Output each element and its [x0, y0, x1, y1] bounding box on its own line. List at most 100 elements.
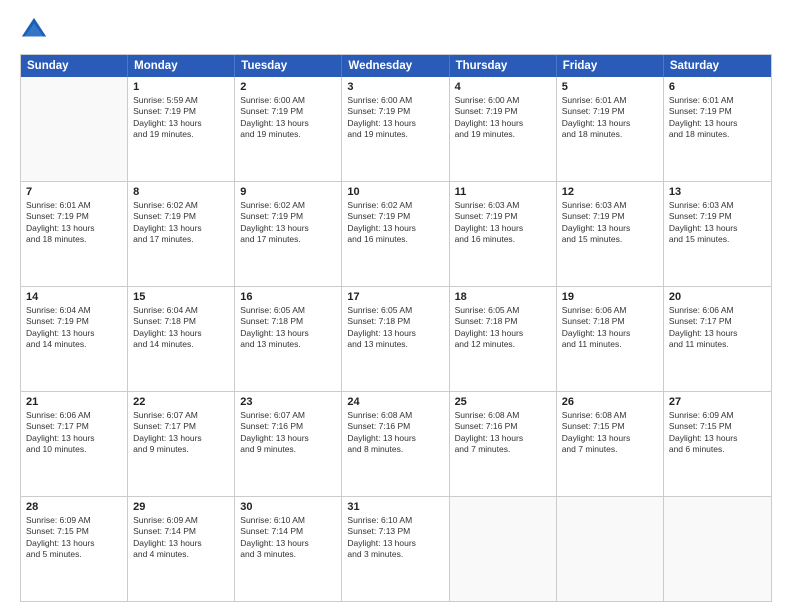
cell-info: Sunrise: 6:04 AMSunset: 7:18 PMDaylight:…: [133, 305, 229, 351]
cell-info: Sunrise: 6:04 AMSunset: 7:19 PMDaylight:…: [26, 305, 122, 351]
calendar-cell: 26 Sunrise: 6:08 AMSunset: 7:15 PMDayligh…: [557, 392, 664, 496]
cell-info: Sunrise: 6:08 AMSunset: 7:15 PMDaylight:…: [562, 410, 658, 456]
day-number: 14: [26, 291, 122, 303]
day-number: 24: [347, 396, 443, 408]
cell-info: Sunrise: 6:03 AMSunset: 7:19 PMDaylight:…: [669, 200, 766, 246]
cell-info: Sunrise: 6:09 AMSunset: 7:15 PMDaylight:…: [669, 410, 766, 456]
calendar-cell: 2 Sunrise: 6:00 AMSunset: 7:19 PMDaylight…: [235, 77, 342, 181]
day-number: 31: [347, 501, 443, 513]
calendar-header: SundayMondayTuesdayWednesdayThursdayFrid…: [21, 55, 771, 77]
calendar-cell: 5 Sunrise: 6:01 AMSunset: 7:19 PMDaylight…: [557, 77, 664, 181]
calendar-cell: 6 Sunrise: 6:01 AMSunset: 7:19 PMDaylight…: [664, 77, 771, 181]
calendar-cell: 15 Sunrise: 6:04 AMSunset: 7:18 PMDayligh…: [128, 287, 235, 391]
cell-info: Sunrise: 6:03 AMSunset: 7:19 PMDaylight:…: [562, 200, 658, 246]
day-number: 15: [133, 291, 229, 303]
day-number: 20: [669, 291, 766, 303]
calendar-cell: 31 Sunrise: 6:10 AMSunset: 7:13 PMDayligh…: [342, 497, 449, 601]
day-number: 22: [133, 396, 229, 408]
calendar-cell: 27Sunrise: 6:09 AMSunset: 7:15 PMDayligh…: [664, 392, 771, 496]
day-number: 6: [669, 81, 766, 93]
calendar-cell: 28 Sunrise: 6:09 AMSunset: 7:15 PMDayligh…: [21, 497, 128, 601]
cell-info: Sunrise: 6:02 AMSunset: 7:19 PMDaylight:…: [347, 200, 443, 246]
calendar-cell: 4Sunrise: 6:00 AMSunset: 7:19 PMDaylight…: [450, 77, 557, 181]
calendar-cell: 22Sunrise: 6:07 AMSunset: 7:17 PMDayligh…: [128, 392, 235, 496]
day-number: 17: [347, 291, 443, 303]
day-number: 8: [133, 186, 229, 198]
day-number: 9: [240, 186, 336, 198]
cell-info: Sunrise: 6:00 AMSunset: 7:19 PMDaylight:…: [455, 95, 551, 141]
calendar-row: 28 Sunrise: 6:09 AMSunset: 7:15 PMDayligh…: [21, 497, 771, 601]
cell-info: Sunrise: 6:08 AMSunset: 7:16 PMDaylight:…: [455, 410, 551, 456]
calendar-cell: 7 Sunrise: 6:01 AMSunset: 7:19 PMDaylight…: [21, 182, 128, 286]
day-header: Friday: [557, 55, 664, 77]
calendar-cell: 16 Sunrise: 6:05 AMSunset: 7:18 PMDayligh…: [235, 287, 342, 391]
day-number: 3: [347, 81, 443, 93]
cell-info: Sunrise: 6:06 AMSunset: 7:17 PMDaylight:…: [26, 410, 122, 456]
calendar-cell: 3 Sunrise: 6:00 AMSunset: 7:19 PMDaylight…: [342, 77, 449, 181]
day-number: 21: [26, 396, 122, 408]
day-header: Sunday: [21, 55, 128, 77]
day-number: 11: [455, 186, 551, 198]
day-number: 23: [240, 396, 336, 408]
cell-info: Sunrise: 5:59 AMSunset: 7:19 PMDaylight:…: [133, 95, 229, 141]
cell-info: Sunrise: 6:08 AMSunset: 7:16 PMDaylight:…: [347, 410, 443, 456]
calendar-cell: 25 Sunrise: 6:08 AMSunset: 7:16 PMDayligh…: [450, 392, 557, 496]
calendar-cell: [21, 77, 128, 181]
day-number: 10: [347, 186, 443, 198]
day-number: 1: [133, 81, 229, 93]
calendar-cell: [450, 497, 557, 601]
calendar-cell: 17 Sunrise: 6:05 AMSunset: 7:18 PMDayligh…: [342, 287, 449, 391]
calendar-cell: [664, 497, 771, 601]
cell-info: Sunrise: 6:00 AMSunset: 7:19 PMDaylight:…: [240, 95, 336, 141]
day-number: 16: [240, 291, 336, 303]
day-number: 5: [562, 81, 658, 93]
calendar-cell: 8Sunrise: 6:02 AMSunset: 7:19 PMDaylight…: [128, 182, 235, 286]
calendar-cell: [557, 497, 664, 601]
calendar-cell: 18Sunrise: 6:05 AMSunset: 7:18 PMDayligh…: [450, 287, 557, 391]
cell-info: Sunrise: 6:05 AMSunset: 7:18 PMDaylight:…: [455, 305, 551, 351]
cell-info: Sunrise: 6:10 AMSunset: 7:13 PMDaylight:…: [347, 515, 443, 561]
calendar-row: 21 Sunrise: 6:06 AMSunset: 7:17 PMDayligh…: [21, 392, 771, 497]
logo: [20, 16, 52, 44]
day-number: 29: [133, 501, 229, 513]
day-number: 25: [455, 396, 551, 408]
day-number: 13: [669, 186, 766, 198]
cell-info: Sunrise: 6:05 AMSunset: 7:18 PMDaylight:…: [347, 305, 443, 351]
calendar-cell: 20 Sunrise: 6:06 AMSunset: 7:17 PMDayligh…: [664, 287, 771, 391]
day-number: 30: [240, 501, 336, 513]
calendar-row: 7 Sunrise: 6:01 AMSunset: 7:19 PMDaylight…: [21, 182, 771, 287]
day-number: 7: [26, 186, 122, 198]
calendar-cell: 24 Sunrise: 6:08 AMSunset: 7:16 PMDayligh…: [342, 392, 449, 496]
day-number: 12: [562, 186, 658, 198]
day-number: 2: [240, 81, 336, 93]
day-number: 26: [562, 396, 658, 408]
calendar-cell: 14 Sunrise: 6:04 AMSunset: 7:19 PMDayligh…: [21, 287, 128, 391]
cell-info: Sunrise: 6:01 AMSunset: 7:19 PMDaylight:…: [562, 95, 658, 141]
cell-info: Sunrise: 6:06 AMSunset: 7:18 PMDaylight:…: [562, 305, 658, 351]
day-header: Tuesday: [235, 55, 342, 77]
day-number: 28: [26, 501, 122, 513]
calendar-cell: 19 Sunrise: 6:06 AMSunset: 7:18 PMDayligh…: [557, 287, 664, 391]
calendar-cell: 10 Sunrise: 6:02 AMSunset: 7:19 PMDayligh…: [342, 182, 449, 286]
day-header: Wednesday: [342, 55, 449, 77]
cell-info: Sunrise: 6:01 AMSunset: 7:19 PMDaylight:…: [669, 95, 766, 141]
cell-info: Sunrise: 6:09 AMSunset: 7:15 PMDaylight:…: [26, 515, 122, 561]
calendar-cell: 21 Sunrise: 6:06 AMSunset: 7:17 PMDayligh…: [21, 392, 128, 496]
calendar-cell: 1 Sunrise: 5:59 AMSunset: 7:19 PMDaylight…: [128, 77, 235, 181]
day-number: 19: [562, 291, 658, 303]
calendar: SundayMondayTuesdayWednesdayThursdayFrid…: [20, 54, 772, 602]
calendar-cell: 13 Sunrise: 6:03 AMSunset: 7:19 PMDayligh…: [664, 182, 771, 286]
day-header: Monday: [128, 55, 235, 77]
cell-info: Sunrise: 6:01 AMSunset: 7:19 PMDaylight:…: [26, 200, 122, 246]
cell-info: Sunrise: 6:05 AMSunset: 7:18 PMDaylight:…: [240, 305, 336, 351]
cell-info: Sunrise: 6:10 AMSunset: 7:14 PMDaylight:…: [240, 515, 336, 561]
day-header: Thursday: [450, 55, 557, 77]
calendar-cell: 12 Sunrise: 6:03 AMSunset: 7:19 PMDayligh…: [557, 182, 664, 286]
cell-info: Sunrise: 6:06 AMSunset: 7:17 PMDaylight:…: [669, 305, 766, 351]
page: SundayMondayTuesdayWednesdayThursdayFrid…: [0, 0, 792, 612]
cell-info: Sunrise: 6:02 AMSunset: 7:19 PMDaylight:…: [240, 200, 336, 246]
day-header: Saturday: [664, 55, 771, 77]
calendar-cell: 30 Sunrise: 6:10 AMSunset: 7:14 PMDayligh…: [235, 497, 342, 601]
cell-info: Sunrise: 6:00 AMSunset: 7:19 PMDaylight:…: [347, 95, 443, 141]
cell-info: Sunrise: 6:07 AMSunset: 7:16 PMDaylight:…: [240, 410, 336, 456]
